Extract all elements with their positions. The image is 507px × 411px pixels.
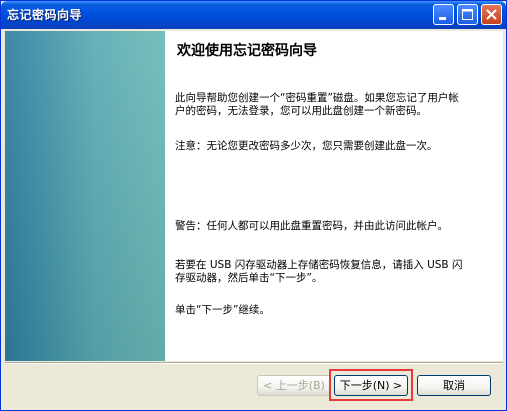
back-button[interactable]: < 上一步(B): [257, 375, 331, 396]
minimize-icon: [439, 17, 446, 20]
wizard-window: 忘记密码向导 欢迎使用忘记密码向导 此向导帮助您创建一个“密码重置”磁盘。如果您…: [0, 0, 507, 411]
wizard-content: 欢迎使用忘记密码向导 此向导帮助您创建一个“密码重置”磁盘。如果您忘记了用户帐户…: [165, 31, 503, 361]
maximize-icon: [462, 9, 473, 20]
next-button-highlight: [329, 369, 413, 401]
note-text: 注意：无论您更改密码多少次，您只需要创建此盘一次。: [175, 140, 438, 152]
warning-text: 警告：任何人都可以用此盘重置密码，并由此访问此帐户。: [175, 220, 448, 232]
cancel-button[interactable]: 取消: [417, 375, 491, 396]
close-icon: [486, 9, 497, 20]
minimize-button[interactable]: [433, 4, 454, 25]
maximize-button[interactable]: [457, 4, 478, 25]
usb-instruction-text: 若要在 USB 闪存驱动器上存储密码恢复信息，请插入 USB 闪存驱动器，然后单…: [175, 259, 463, 284]
page-title: 欢迎使用忘记密码向导: [177, 43, 317, 59]
continue-text: 单击“下一步”继续。: [175, 304, 270, 316]
intro-text: 此向导帮助您创建一个“密码重置”磁盘。如果您忘记了用户帐户的密码，无法登录，您可…: [175, 92, 459, 117]
window-title: 忘记密码向导: [7, 8, 83, 22]
wizard-side-banner: [5, 31, 165, 361]
title-bar[interactable]: 忘记密码向导: [1, 1, 506, 29]
close-button[interactable]: [481, 4, 502, 25]
divider: [5, 362, 503, 364]
